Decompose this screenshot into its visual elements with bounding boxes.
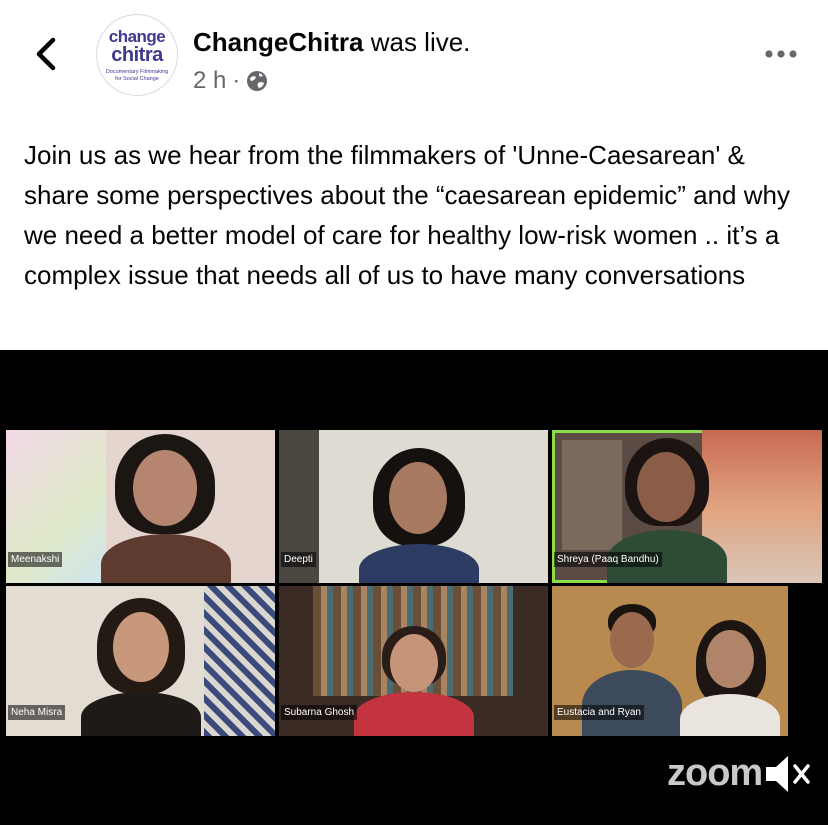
participant-name: Neha Misra — [8, 705, 66, 720]
participant-name: Deepti — [281, 552, 316, 567]
participant-video — [680, 620, 780, 736]
participant-video — [354, 626, 474, 736]
participant-video — [81, 598, 201, 736]
back-button[interactable] — [30, 36, 64, 72]
avatar-tagline-line2: for Social Change — [115, 76, 159, 82]
participant-tile-active: Shreya (Paaq Bandhu) — [552, 430, 822, 583]
live-video-player[interactable]: Meenakshi Deepti Shreya (Paaq Bandhu) Ne… — [0, 350, 828, 825]
mute-button[interactable] — [762, 750, 812, 798]
avatar-tagline-line1: Documentary Filmmaking — [105, 69, 169, 75]
more-options-button[interactable] — [764, 46, 798, 62]
more-dots-icon — [765, 50, 797, 58]
participant-tile: Neha Misra — [6, 586, 275, 736]
post-title: ChangeChitra was live. — [193, 27, 470, 58]
avatar-logo-line2: chitra — [111, 44, 163, 66]
participant-tile: Subarna Ghosh — [279, 586, 548, 736]
participant-tile: Meenakshi — [6, 430, 275, 583]
curtain — [204, 586, 275, 736]
page-avatar[interactable]: change chitra Documentary Filmmaking for… — [96, 14, 178, 96]
live-status-text: was live. — [370, 27, 471, 57]
chevron-left-icon — [36, 37, 56, 71]
avatar-logo-line1: change — [108, 27, 166, 46]
participant-name: Meenakshi — [8, 552, 63, 567]
participant-video — [359, 448, 479, 583]
post-header: change chitra Documentary Filmmaking for… — [0, 0, 828, 110]
speaker-muted-icon — [766, 756, 810, 792]
post-timestamp[interactable]: 2 h — [193, 67, 226, 95]
participant-video — [101, 434, 231, 583]
participant-name: Eustacia and Ryan — [554, 705, 644, 720]
participant-name: Shreya (Paaq Bandhu) — [554, 552, 662, 567]
zoom-watermark: zoom — [667, 752, 763, 794]
post-body-text: Join us as we hear from the filmmakers o… — [24, 140, 790, 290]
participant-tile: Eustacia and Ryan — [552, 586, 788, 736]
page-name-link[interactable]: ChangeChitra — [193, 27, 363, 57]
participant-name: Subarna Ghosh — [281, 705, 358, 720]
participant-tile: Deepti — [279, 430, 548, 583]
meta-separator: · — [232, 67, 241, 94]
post-meta: 2 h · — [193, 67, 268, 95]
globe-icon[interactable] — [246, 70, 268, 92]
